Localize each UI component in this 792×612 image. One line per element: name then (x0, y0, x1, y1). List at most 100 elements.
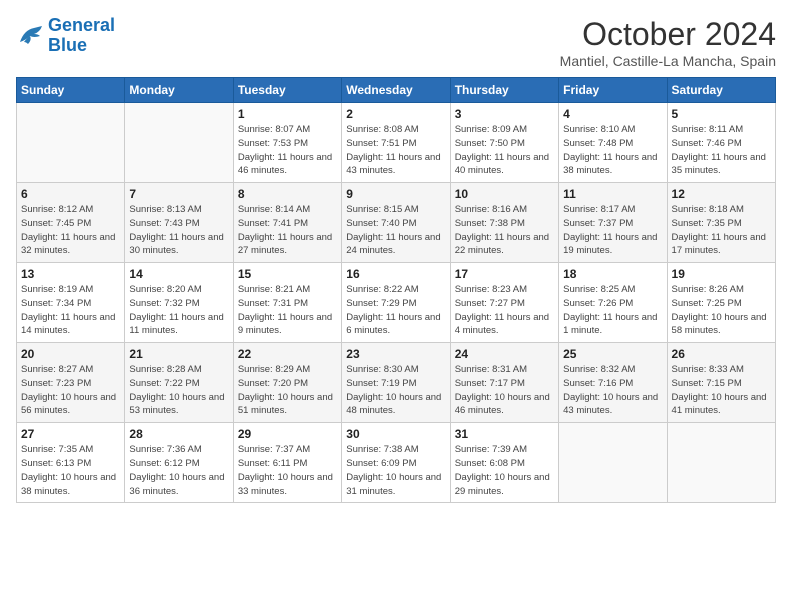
day-number: 28 (129, 427, 228, 441)
day-info: Sunrise: 7:38 AMSunset: 6:09 PMDaylight:… (346, 443, 445, 498)
calendar-table: SundayMondayTuesdayWednesdayThursdayFrid… (16, 77, 776, 503)
day-number: 8 (238, 187, 337, 201)
day-number: 1 (238, 107, 337, 121)
calendar-cell: 15Sunrise: 8:21 AMSunset: 7:31 PMDayligh… (233, 263, 341, 343)
day-number: 19 (672, 267, 771, 281)
day-info: Sunrise: 8:19 AMSunset: 7:34 PMDaylight:… (21, 283, 120, 338)
day-info: Sunrise: 8:13 AMSunset: 7:43 PMDaylight:… (129, 203, 228, 258)
day-info: Sunrise: 8:12 AMSunset: 7:45 PMDaylight:… (21, 203, 120, 258)
day-number: 21 (129, 347, 228, 361)
day-info: Sunrise: 7:35 AMSunset: 6:13 PMDaylight:… (21, 443, 120, 498)
month-title: October 2024 (560, 16, 776, 53)
calendar-cell: 17Sunrise: 8:23 AMSunset: 7:27 PMDayligh… (450, 263, 558, 343)
day-number: 24 (455, 347, 554, 361)
day-info: Sunrise: 8:07 AMSunset: 7:53 PMDaylight:… (238, 123, 337, 178)
calendar-cell: 1 Sunrise: 8:07 AMSunset: 7:53 PMDaylight… (233, 103, 341, 183)
calendar-cell: 9 Sunrise: 8:15 AMSunset: 7:40 PMDaylight… (342, 183, 450, 263)
day-number: 15 (238, 267, 337, 281)
calendar-cell: 16Sunrise: 8:22 AMSunset: 7:29 PMDayligh… (342, 263, 450, 343)
logo-icon (16, 24, 44, 48)
calendar-cell: 26Sunrise: 8:33 AMSunset: 7:15 PMDayligh… (667, 343, 775, 423)
calendar-cell: 2 Sunrise: 8:08 AMSunset: 7:51 PMDaylight… (342, 103, 450, 183)
calendar-cell: 4 Sunrise: 8:10 AMSunset: 7:48 PMDaylight… (559, 103, 667, 183)
day-info: Sunrise: 8:09 AMSunset: 7:50 PMDaylight:… (455, 123, 554, 178)
logo: General Blue (16, 16, 115, 56)
calendar-week-row: 13 Sunrise: 8:19 AMSunset: 7:34 PMDayligh… (17, 263, 776, 343)
day-info: Sunrise: 7:39 AMSunset: 6:08 PMDaylight:… (455, 443, 554, 498)
day-number: 6 (21, 187, 120, 201)
day-info: Sunrise: 8:26 AMSunset: 7:25 PMDaylight:… (672, 283, 771, 338)
day-info: Sunrise: 8:20 AMSunset: 7:32 PMDaylight:… (129, 283, 228, 338)
day-number: 25 (563, 347, 662, 361)
day-info: Sunrise: 8:10 AMSunset: 7:48 PMDaylight:… (563, 123, 662, 178)
day-of-week-header: Tuesday (233, 78, 341, 103)
calendar-cell: 21Sunrise: 8:28 AMSunset: 7:22 PMDayligh… (125, 343, 233, 423)
calendar-cell: 12Sunrise: 8:18 AMSunset: 7:35 PMDayligh… (667, 183, 775, 263)
day-number: 22 (238, 347, 337, 361)
calendar-cell: 13 Sunrise: 8:19 AMSunset: 7:34 PMDayligh… (17, 263, 125, 343)
calendar-week-row: 20 Sunrise: 8:27 AMSunset: 7:23 PMDayligh… (17, 343, 776, 423)
calendar-cell: 23Sunrise: 8:30 AMSunset: 7:19 PMDayligh… (342, 343, 450, 423)
day-number: 9 (346, 187, 445, 201)
calendar-cell: 5Sunrise: 8:11 AMSunset: 7:46 PMDaylight… (667, 103, 775, 183)
calendar-cell: 24 Sunrise: 8:31 AMSunset: 7:17 PMDayligh… (450, 343, 558, 423)
calendar-cell (125, 103, 233, 183)
title-block: October 2024 Mantiel, Castille-La Mancha… (560, 16, 776, 69)
day-number: 20 (21, 347, 120, 361)
day-number: 31 (455, 427, 554, 441)
calendar-cell (17, 103, 125, 183)
day-info: Sunrise: 8:29 AMSunset: 7:20 PMDaylight:… (238, 363, 337, 418)
day-info: Sunrise: 8:27 AMSunset: 7:23 PMDaylight:… (21, 363, 120, 418)
calendar-cell: 10 Sunrise: 8:16 AMSunset: 7:38 PMDayligh… (450, 183, 558, 263)
day-info: Sunrise: 8:30 AMSunset: 7:19 PMDaylight:… (346, 363, 445, 418)
day-number: 30 (346, 427, 445, 441)
day-info: Sunrise: 8:17 AMSunset: 7:37 PMDaylight:… (563, 203, 662, 258)
logo-text: General Blue (48, 16, 115, 56)
day-info: Sunrise: 8:23 AMSunset: 7:27 PMDaylight:… (455, 283, 554, 338)
calendar-cell: 31 Sunrise: 7:39 AMSunset: 6:08 PMDayligh… (450, 423, 558, 503)
day-info: Sunrise: 8:15 AMSunset: 7:40 PMDaylight:… (346, 203, 445, 258)
calendar-cell: 25 Sunrise: 8:32 AMSunset: 7:16 PMDayligh… (559, 343, 667, 423)
calendar-cell: 8 Sunrise: 8:14 AMSunset: 7:41 PMDaylight… (233, 183, 341, 263)
day-number: 29 (238, 427, 337, 441)
day-number: 13 (21, 267, 120, 281)
calendar-cell: 18 Sunrise: 8:25 AMSunset: 7:26 PMDayligh… (559, 263, 667, 343)
day-number: 2 (346, 107, 445, 121)
day-number: 27 (21, 427, 120, 441)
day-info: Sunrise: 8:08 AMSunset: 7:51 PMDaylight:… (346, 123, 445, 178)
calendar-cell: 30 Sunrise: 7:38 AMSunset: 6:09 PMDayligh… (342, 423, 450, 503)
calendar-cell: 11 Sunrise: 8:17 AMSunset: 7:37 PMDayligh… (559, 183, 667, 263)
day-number: 16 (346, 267, 445, 281)
day-info: Sunrise: 8:31 AMSunset: 7:17 PMDaylight:… (455, 363, 554, 418)
day-info: Sunrise: 8:33 AMSunset: 7:15 PMDaylight:… (672, 363, 771, 418)
day-info: Sunrise: 8:18 AMSunset: 7:35 PMDaylight:… (672, 203, 771, 258)
day-of-week-header: Friday (559, 78, 667, 103)
location: Mantiel, Castille-La Mancha, Spain (560, 53, 776, 69)
calendar-cell: 22 Sunrise: 8:29 AMSunset: 7:20 PMDayligh… (233, 343, 341, 423)
day-of-week-header: Sunday (17, 78, 125, 103)
calendar-header-row: SundayMondayTuesdayWednesdayThursdayFrid… (17, 78, 776, 103)
calendar-cell: 27 Sunrise: 7:35 AMSunset: 6:13 PMDayligh… (17, 423, 125, 503)
day-number: 11 (563, 187, 662, 201)
day-number: 3 (455, 107, 554, 121)
day-of-week-header: Saturday (667, 78, 775, 103)
day-info: Sunrise: 8:32 AMSunset: 7:16 PMDaylight:… (563, 363, 662, 418)
day-info: Sunrise: 8:14 AMSunset: 7:41 PMDaylight:… (238, 203, 337, 258)
calendar-cell: 7Sunrise: 8:13 AMSunset: 7:43 PMDaylight… (125, 183, 233, 263)
day-info: Sunrise: 7:37 AMSunset: 6:11 PMDaylight:… (238, 443, 337, 498)
day-info: Sunrise: 8:25 AMSunset: 7:26 PMDaylight:… (563, 283, 662, 338)
calendar-week-row: 27 Sunrise: 7:35 AMSunset: 6:13 PMDayligh… (17, 423, 776, 503)
calendar-cell (667, 423, 775, 503)
day-number: 10 (455, 187, 554, 201)
day-of-week-header: Thursday (450, 78, 558, 103)
day-number: 18 (563, 267, 662, 281)
day-of-week-header: Monday (125, 78, 233, 103)
calendar-cell: 14 Sunrise: 8:20 AMSunset: 7:32 PMDayligh… (125, 263, 233, 343)
day-number: 4 (563, 107, 662, 121)
day-info: Sunrise: 8:16 AMSunset: 7:38 PMDaylight:… (455, 203, 554, 258)
calendar-cell: 20 Sunrise: 8:27 AMSunset: 7:23 PMDayligh… (17, 343, 125, 423)
calendar-week-row: 1 Sunrise: 8:07 AMSunset: 7:53 PMDaylight… (17, 103, 776, 183)
day-number: 14 (129, 267, 228, 281)
calendar-cell: 29 Sunrise: 7:37 AMSunset: 6:11 PMDayligh… (233, 423, 341, 503)
day-info: Sunrise: 8:11 AMSunset: 7:46 PMDaylight:… (672, 123, 771, 178)
